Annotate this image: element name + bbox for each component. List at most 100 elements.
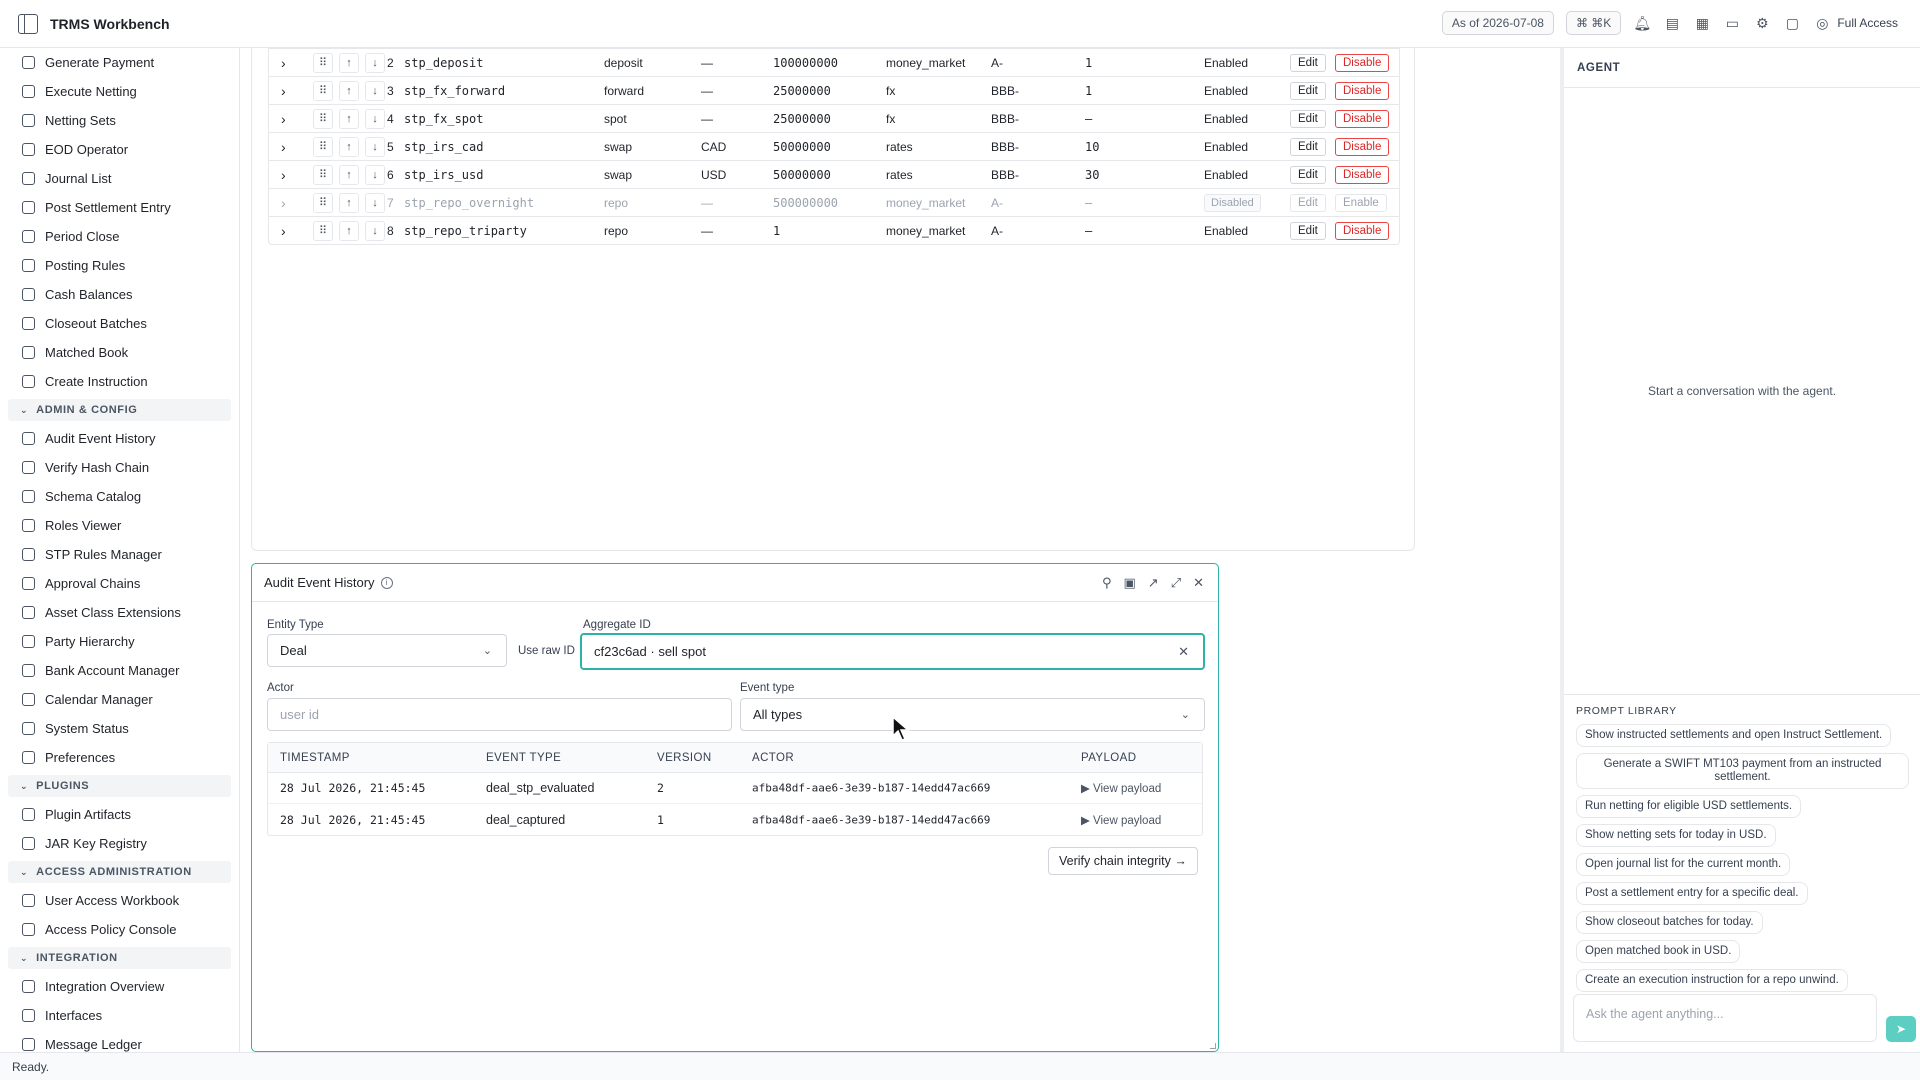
layout-icon[interactable]: ▦ — [1693, 14, 1711, 32]
sidebar-item[interactable]: Generate Payment — [0, 48, 239, 77]
info-icon[interactable]: i — [380, 576, 393, 589]
edit-button[interactable]: Edit — [1290, 137, 1326, 156]
sidebar-toggle-icon[interactable] — [18, 13, 38, 34]
prompt-chip[interactable]: Show netting sets for today in USD. — [1576, 824, 1776, 847]
sidebar-item[interactable]: Posting Rules — [0, 251, 239, 280]
prompt-chip[interactable]: Run netting for eligible USD settlements… — [1576, 795, 1802, 818]
entity-type-select[interactable]: Deal ⌄ — [267, 634, 507, 667]
move-down-icon[interactable]: ↓ — [365, 192, 385, 213]
move-up-icon[interactable]: ↑ — [339, 220, 359, 241]
move-down-icon[interactable]: ↓ — [365, 136, 385, 157]
sidebar-item[interactable]: User Access Workbook — [0, 886, 239, 915]
edit-button[interactable]: Edit — [1290, 221, 1326, 240]
move-down-icon[interactable]: ↓ — [365, 164, 385, 185]
table-row[interactable]: 28 Jul 2026, 21:45:45 deal_captured 1 af… — [268, 804, 1202, 835]
prompt-chip[interactable]: Generate a SWIFT MT103 payment from an i… — [1576, 753, 1909, 789]
sidebar-item[interactable]: Interfaces — [0, 1001, 239, 1030]
edit-button[interactable]: Edit — [1290, 165, 1326, 184]
sidebar-section-header[interactable]: ⌄ ACCESS ADMINISTRATION — [8, 861, 231, 883]
sidebar-item[interactable]: EOD Operator — [0, 135, 239, 164]
sidebar-item[interactable]: System Status — [0, 714, 239, 743]
move-up-icon[interactable]: ↑ — [339, 192, 359, 213]
command-palette-button[interactable]: ⌘ ⌘K — [1565, 11, 1622, 35]
drag-handle-icon[interactable]: ⠿ — [313, 108, 333, 129]
disable-button[interactable]: Disable — [1335, 221, 1390, 240]
sidebar-section-header[interactable]: ⌄ INTEGRATION — [8, 947, 231, 969]
move-up-icon[interactable]: ↑ — [339, 80, 359, 101]
table-row[interactable]: › ⠿ ↑ ↓ 7 stp_repo_overnight repo — 500000000 mon… — [269, 188, 1399, 216]
access-level[interactable]: ◎ Full Access — [1813, 14, 1898, 32]
drag-handle-icon[interactable]: ⠿ — [313, 164, 333, 185]
sidebar-item[interactable]: Execute Netting — [0, 77, 239, 106]
drag-handle-icon[interactable]: ⠿ — [313, 220, 333, 241]
view-payload-link[interactable]: ▶ View payload — [1081, 813, 1161, 827]
sidebar-item[interactable]: Roles Viewer — [0, 511, 239, 540]
sidebar-item[interactable]: Netting Sets — [0, 106, 239, 135]
chat-icon[interactable]: ▢ — [1783, 14, 1801, 32]
sidebar-item[interactable]: Approval Chains — [0, 569, 239, 598]
sidebar-item[interactable]: STP Rules Manager — [0, 540, 239, 569]
verify-chain-integrity-button[interactable]: Verify chain integrity → — [1048, 847, 1198, 875]
bell-icon[interactable]: 🔔︎ — [1633, 14, 1651, 32]
disable-button[interactable]: Disable — [1335, 137, 1390, 156]
sidebar-item[interactable]: Create Instruction — [0, 367, 239, 396]
sidebar-item[interactable]: Cash Balances — [0, 280, 239, 309]
sidebar-section-header[interactable]: ⌄ PLUGINS — [8, 775, 231, 797]
edit-button[interactable]: Edit — [1290, 81, 1326, 100]
pin-icon[interactable]: ⚲ — [1102, 575, 1112, 591]
table-row[interactable]: 28 Jul 2026, 21:45:45 deal_stp_evaluated… — [268, 773, 1202, 804]
disable-button[interactable]: Disable — [1335, 165, 1390, 184]
view-payload-link[interactable]: ▶ View payload — [1081, 781, 1161, 795]
close-icon[interactable]: ✕ — [1193, 575, 1204, 591]
table-row[interactable]: › ⠿ ↑ ↓ 5 stp_irs_cad swap CAD 50000000 rates BBB-… — [269, 132, 1399, 160]
sidebar-item[interactable]: Message Ledger — [0, 1030, 239, 1052]
prompt-chip[interactable]: Open matched book in USD. — [1576, 940, 1741, 963]
drag-handle-icon[interactable]: ⠿ — [313, 136, 333, 157]
as-of-date-badge[interactable]: As of 2026-07-08 — [1441, 11, 1554, 35]
edit-button[interactable]: Edit — [1290, 109, 1326, 128]
sidebar-item[interactable]: Matched Book — [0, 338, 239, 367]
expand-chevron-icon[interactable]: › — [281, 139, 286, 155]
enable-button[interactable]: Enable — [1335, 193, 1387, 212]
sidebar-item[interactable]: Journal List — [0, 164, 239, 193]
sidebar-item[interactable]: Integration Overview — [0, 972, 239, 1001]
table-row[interactable]: › ⠿ ↑ ↓ 2 stp_deposit deposit — 100000000 money_m… — [269, 48, 1399, 76]
move-down-icon[interactable]: ↓ — [365, 220, 385, 241]
sidebar-item[interactable]: Preferences — [0, 743, 239, 772]
disable-button[interactable]: Disable — [1335, 109, 1390, 128]
folder-icon[interactable]: ▭ — [1723, 14, 1741, 32]
sidebar-item[interactable]: Party Hierarchy — [0, 627, 239, 656]
edit-button[interactable]: Edit — [1290, 193, 1326, 212]
move-up-icon[interactable]: ↑ — [339, 136, 359, 157]
move-up-icon[interactable]: ↑ — [339, 164, 359, 185]
use-raw-id-toggle[interactable]: Use raw ID — [518, 645, 575, 657]
expand-chevron-icon[interactable]: › — [281, 55, 286, 71]
sidebar-item[interactable]: Calendar Manager — [0, 685, 239, 714]
prompt-chip[interactable]: Show instructed settlements and open Ins… — [1576, 724, 1892, 747]
save-icon[interactable]: ▣ — [1123, 575, 1135, 591]
expand-chevron-icon[interactable]: › — [281, 195, 286, 211]
resize-handle-icon[interactable] — [1210, 1043, 1216, 1049]
sidebar-item[interactable]: Closeout Batches — [0, 309, 239, 338]
drag-handle-icon[interactable]: ⠿ — [313, 192, 333, 213]
external-link-icon[interactable]: ↗ — [1148, 575, 1159, 591]
sidebar-item[interactable]: Audit Event History — [0, 424, 239, 453]
move-down-icon[interactable]: ↓ — [365, 52, 385, 73]
sidebar-item[interactable]: Bank Account Manager — [0, 656, 239, 685]
expand-chevron-icon[interactable]: › — [281, 167, 286, 183]
agent-input[interactable]: Ask the agent anything... — [1573, 994, 1877, 1042]
sidebar-item[interactable]: Plugin Artifacts — [0, 800, 239, 829]
clear-icon[interactable]: ✕ — [1178, 644, 1189, 660]
table-row[interactable]: › ⠿ ↑ ↓ 3 stp_fx_forward forward — 25000000 fx BBB… — [269, 76, 1399, 104]
sidebar-item[interactable]: Access Policy Console — [0, 915, 239, 944]
move-down-icon[interactable]: ↓ — [365, 80, 385, 101]
move-down-icon[interactable]: ↓ — [365, 108, 385, 129]
sidebar-section-header[interactable]: ⌄ ADMIN & CONFIG — [8, 399, 231, 421]
table-row[interactable]: › ⠿ ↑ ↓ 6 stp_irs_usd swap USD 50000000 rates BBB-… — [269, 160, 1399, 188]
sidebar-item[interactable]: Post Settlement Entry — [0, 193, 239, 222]
prompt-chip[interactable]: Create an execution instruction for a re… — [1576, 969, 1848, 992]
drag-handle-icon[interactable]: ⠿ — [313, 52, 333, 73]
table-row[interactable]: › ⠿ ↑ ↓ 4 stp_fx_spot spot — 25000000 fx BBB- — Enab… — [269, 104, 1399, 132]
move-up-icon[interactable]: ↑ — [339, 52, 359, 73]
sidebar-item[interactable]: JAR Key Registry — [0, 829, 239, 858]
